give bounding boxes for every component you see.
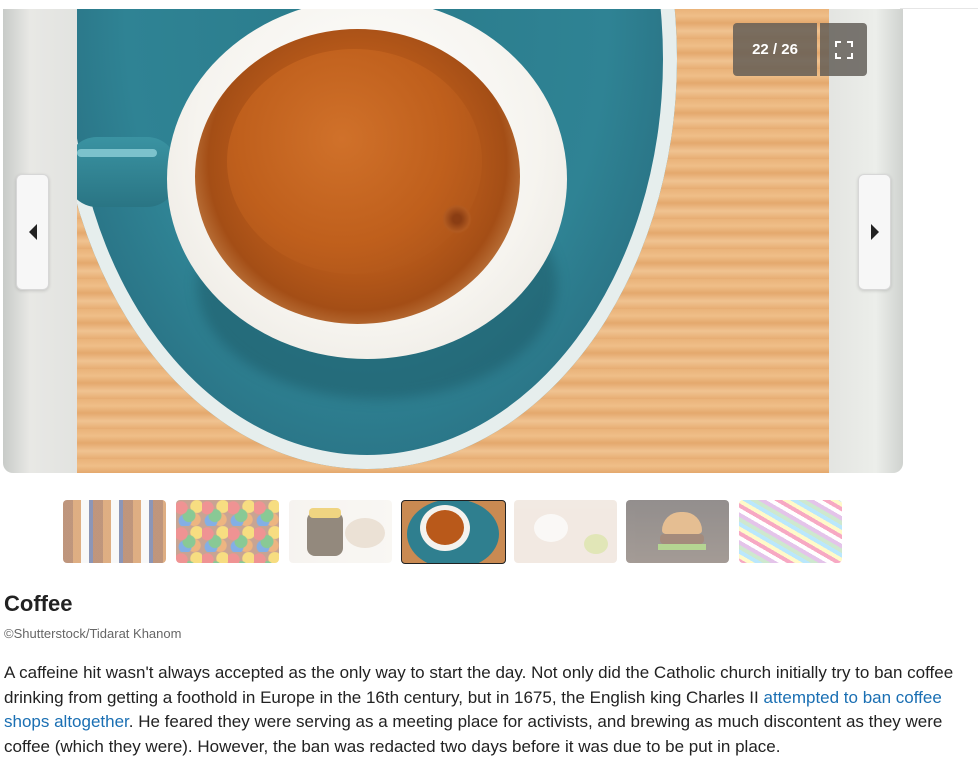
description-text-continued: . He feared they were serving as a meeti… (4, 712, 943, 756)
thumbnail-burger[interactable] (626, 500, 729, 563)
photo-credit: ©Shutterstock/Tidarat Khanom (4, 626, 182, 641)
slide-description: A caffeine hit wasn't always accepted as… (4, 661, 976, 759)
slide-photo (77, 9, 829, 473)
thumbnail-coffee[interactable] (401, 500, 506, 564)
thumbnail-marmite[interactable] (289, 500, 392, 563)
cup-handle (77, 137, 177, 207)
thumbnail-sprinkles[interactable] (739, 500, 842, 563)
thumbnail-candies[interactable] (176, 500, 279, 563)
slideshow-viewer: 22 / 26 (3, 9, 903, 473)
next-slide-button[interactable] (858, 174, 891, 290)
thumbnail-dumplings[interactable] (514, 500, 617, 563)
fullscreen-icon (834, 40, 853, 59)
top-divider (900, 8, 978, 9)
previous-slide-button[interactable] (16, 174, 49, 290)
caret-right-icon (870, 224, 879, 240)
fullscreen-button[interactable] (820, 23, 867, 76)
thumbnail-bottled-drinks[interactable] (63, 500, 166, 563)
espresso-shape (227, 49, 482, 274)
slide-title: Coffee (4, 591, 73, 616)
caret-left-icon (28, 224, 37, 240)
slide-counter: 22 / 26 (733, 23, 817, 76)
